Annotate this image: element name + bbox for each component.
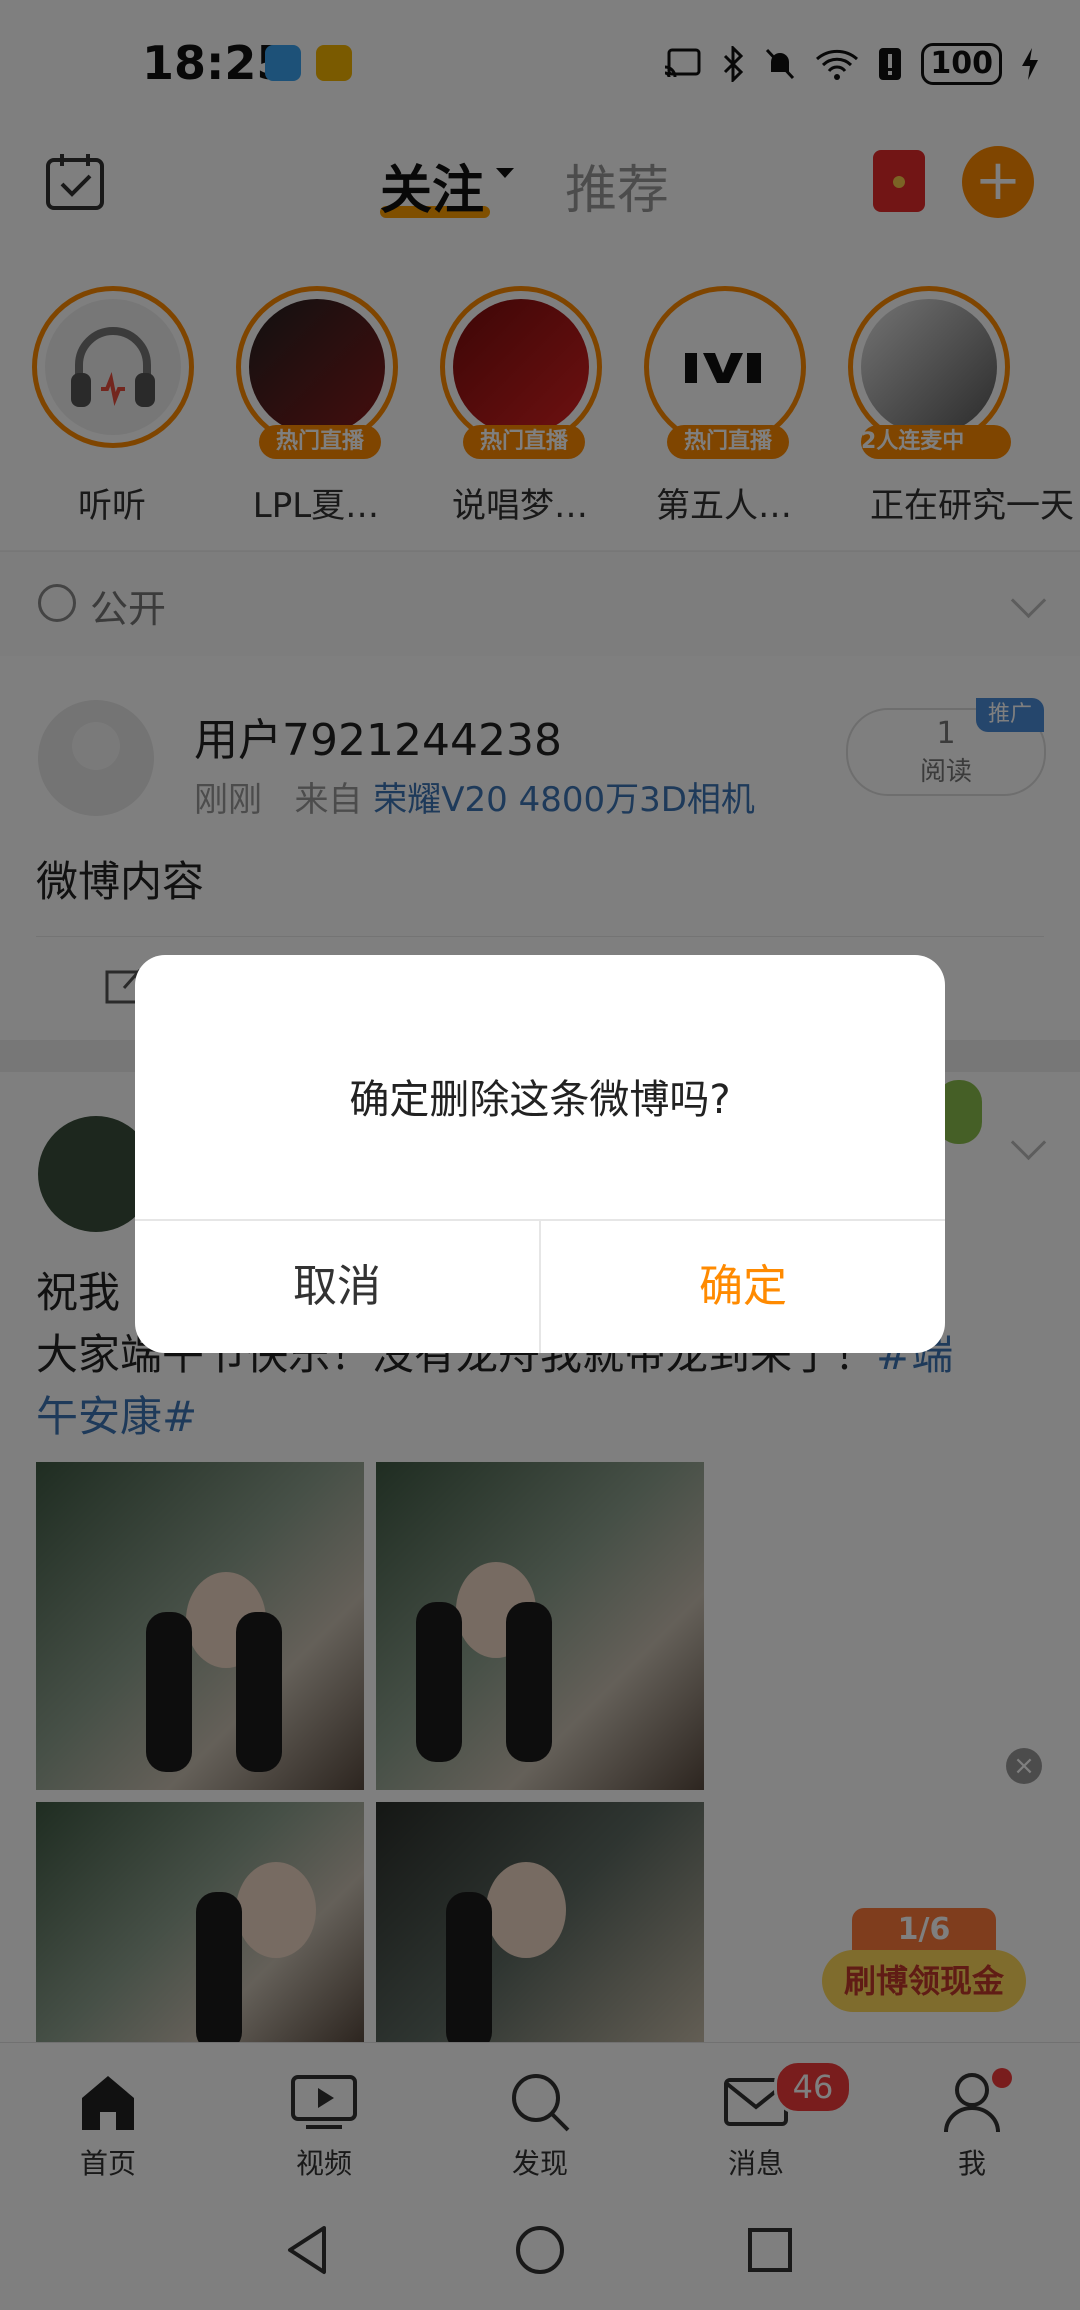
cancel-button[interactable]: 取消 — [135, 1221, 539, 1353]
confirm-delete-dialog: 确定删除这条微博吗? 取消 确定 — [135, 955, 945, 1353]
confirm-button[interactable]: 确定 — [541, 1221, 945, 1353]
dialog-message: 确定删除这条微博吗? — [349, 1077, 731, 1123]
